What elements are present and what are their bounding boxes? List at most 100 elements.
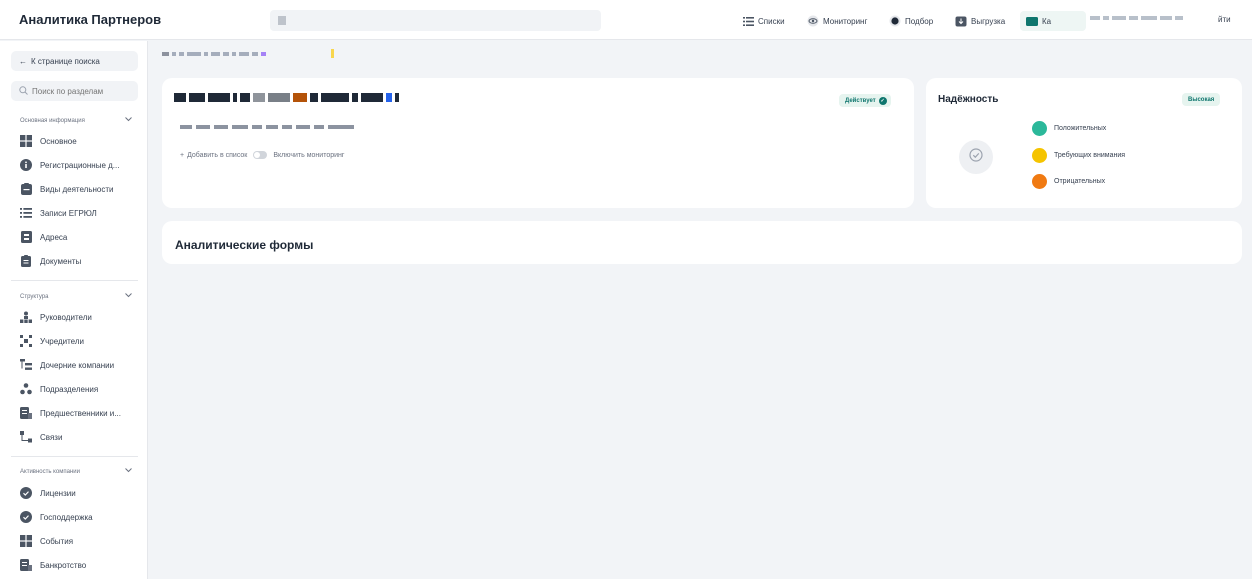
list-icon: [20, 207, 32, 219]
section-title: Структура: [20, 293, 49, 300]
support-icon: [20, 511, 32, 523]
section-header-main-info[interactable]: Основная информация: [20, 117, 132, 124]
add-to-list-label: Добавить в список: [187, 151, 248, 159]
add-to-list-button[interactable]: + Добавить в список: [180, 152, 247, 159]
sidebar-item-label: Связи: [40, 432, 63, 442]
section-search[interactable]: [11, 81, 138, 101]
chevron-down-icon: [125, 468, 132, 475]
legend-label: Отрицательных: [1054, 178, 1106, 185]
monitoring-toggle-label: Включить мониторинг: [273, 151, 345, 159]
sidebar-divider: [11, 456, 138, 457]
sidebar-item-label: Регистрационные д...: [40, 160, 120, 170]
nav-selection-label: Подбор: [905, 16, 934, 26]
check-circle-icon: [969, 147, 983, 167]
chevron-down-icon: [125, 293, 132, 300]
sidebar-item-label: Лицензии: [40, 488, 76, 498]
nav-lists[interactable]: Списки: [742, 11, 785, 31]
legend-label: Требующих внимания: [1054, 152, 1126, 159]
company-name-redacted: [174, 93, 399, 102]
company-ids-redacted: [180, 125, 354, 129]
sidebar-item-bankruptcy[interactable]: Банкротство: [20, 557, 145, 573]
monitoring-toggle[interactable]: [253, 151, 268, 159]
sidebar-item-label: События: [40, 536, 74, 546]
sidebar-item-founders[interactable]: Учредители: [20, 333, 145, 349]
nav-card-label: Ка: [1042, 16, 1052, 26]
sidebar-item-divisions[interactable]: Подразделения: [20, 381, 145, 397]
list-icon: [742, 15, 754, 27]
sidebar-item-label: Банкротство: [40, 560, 87, 570]
status-label: Действует: [845, 97, 876, 104]
chevron-down-icon: [125, 117, 132, 124]
nav-selection[interactable]: Подбор: [889, 11, 933, 31]
sidebar-item-links[interactable]: Связи: [20, 429, 145, 445]
attention-dot: [1032, 148, 1047, 163]
links-icon: [20, 431, 32, 443]
sidebar-item-gov-support[interactable]: Господдержка: [20, 509, 145, 525]
events-icon: [20, 535, 32, 547]
check-circle-icon: ✓: [878, 96, 887, 105]
nav-monitoring[interactable]: Мониторинг: [807, 11, 867, 31]
company-card: Действует ✓ + Добавить в список Включить…: [162, 78, 914, 208]
reliability-card: Надёжность Высокая Положительных Требующ…: [926, 78, 1242, 208]
sidebar-item-label: Господдержка: [40, 512, 93, 522]
sidebar-item-label: Виды деятельности: [40, 184, 114, 194]
sidebar-item-addresses[interactable]: Адреса: [20, 229, 145, 245]
legend-attention: Требующих внимания: [1032, 148, 1125, 163]
analytic-forms-title: Аналитические формы: [175, 238, 314, 252]
eye-icon: [807, 15, 819, 27]
section-search-input[interactable]: [32, 86, 128, 96]
logout-link[interactable]: йти: [1218, 15, 1231, 24]
nav-export-label: Выгрузка: [971, 16, 1006, 26]
license-icon: [20, 487, 32, 499]
bankruptcy-icon: [20, 559, 32, 571]
app-title[interactable]: Аналитика Партнеров: [19, 12, 161, 27]
nav-export[interactable]: Выгрузка: [955, 11, 1005, 31]
sidebar-item-egrul[interactable]: Записи ЕГРЮЛ: [20, 205, 145, 221]
sidebar-item-label: Документы: [40, 256, 82, 266]
card-icon: [1026, 15, 1038, 27]
divisions-icon: [20, 383, 32, 395]
reliability-indicator: [959, 140, 993, 174]
analytic-forms-card: Аналитические формы: [162, 221, 1242, 264]
search-icon: [19, 85, 28, 97]
back-to-search-button[interactable]: ← К странице поиска: [11, 51, 138, 71]
user-redacted-text: [1090, 16, 1183, 20]
sidebar-divider: [11, 280, 138, 281]
document-icon: [20, 255, 32, 267]
section-header-structure[interactable]: Структура: [20, 293, 132, 300]
subsidiaries-icon: [20, 359, 32, 371]
nav-monitoring-label: Мониторинг: [823, 16, 868, 26]
sidebar-item-documents[interactable]: Документы: [20, 253, 145, 269]
legend-positive: Положительных: [1032, 121, 1106, 136]
briefcase-icon: [20, 183, 32, 195]
reliability-level-badge: Высокая: [1182, 93, 1221, 106]
nav-card[interactable]: Ка: [1020, 11, 1086, 31]
reliability-title: Надёжность: [938, 94, 999, 105]
sidebar-item-subsidiaries[interactable]: Дочерние компании: [20, 357, 145, 373]
address-icon: [20, 231, 32, 243]
sidebar-item-label: Руководители: [40, 312, 92, 322]
section-title: Активность компании: [20, 468, 80, 475]
sidebar: ← К странице поиска Основная информация …: [0, 41, 148, 579]
section-header-activity[interactable]: Активность компании: [20, 468, 132, 475]
sidebar-item-activities[interactable]: Виды деятельности: [20, 181, 145, 197]
sidebar-item-label: Дочерние компании: [40, 360, 115, 370]
sidebar-item-label: Учредители: [40, 336, 85, 346]
global-search-input[interactable]: [270, 10, 601, 31]
company-actions: + Добавить в список Включить мониторинг: [180, 151, 344, 159]
predecessors-icon: [20, 407, 32, 419]
sidebar-item-main[interactable]: Основное: [20, 133, 145, 149]
sidebar-item-licenses[interactable]: Лицензии: [20, 485, 145, 501]
sidebar-item-registration[interactable]: Регистрационные д...: [20, 157, 145, 173]
sidebar-item-predecessors[interactable]: Предшественники и...: [20, 405, 145, 421]
sidebar-item-label: Предшественники и...: [40, 408, 121, 418]
back-to-search-label: К странице поиска: [31, 56, 100, 66]
sidebar-item-label: Адреса: [40, 232, 68, 242]
sidebar-item-events[interactable]: События: [20, 533, 145, 549]
sidebar-item-label: Основное: [40, 136, 77, 146]
breadcrumb: [162, 49, 334, 58]
arrow-left-icon: ←: [19, 56, 27, 66]
legend-label: Положительных: [1054, 125, 1107, 132]
nav-lists-label: Списки: [758, 16, 785, 26]
sidebar-item-leaders[interactable]: Руководители: [20, 309, 145, 325]
